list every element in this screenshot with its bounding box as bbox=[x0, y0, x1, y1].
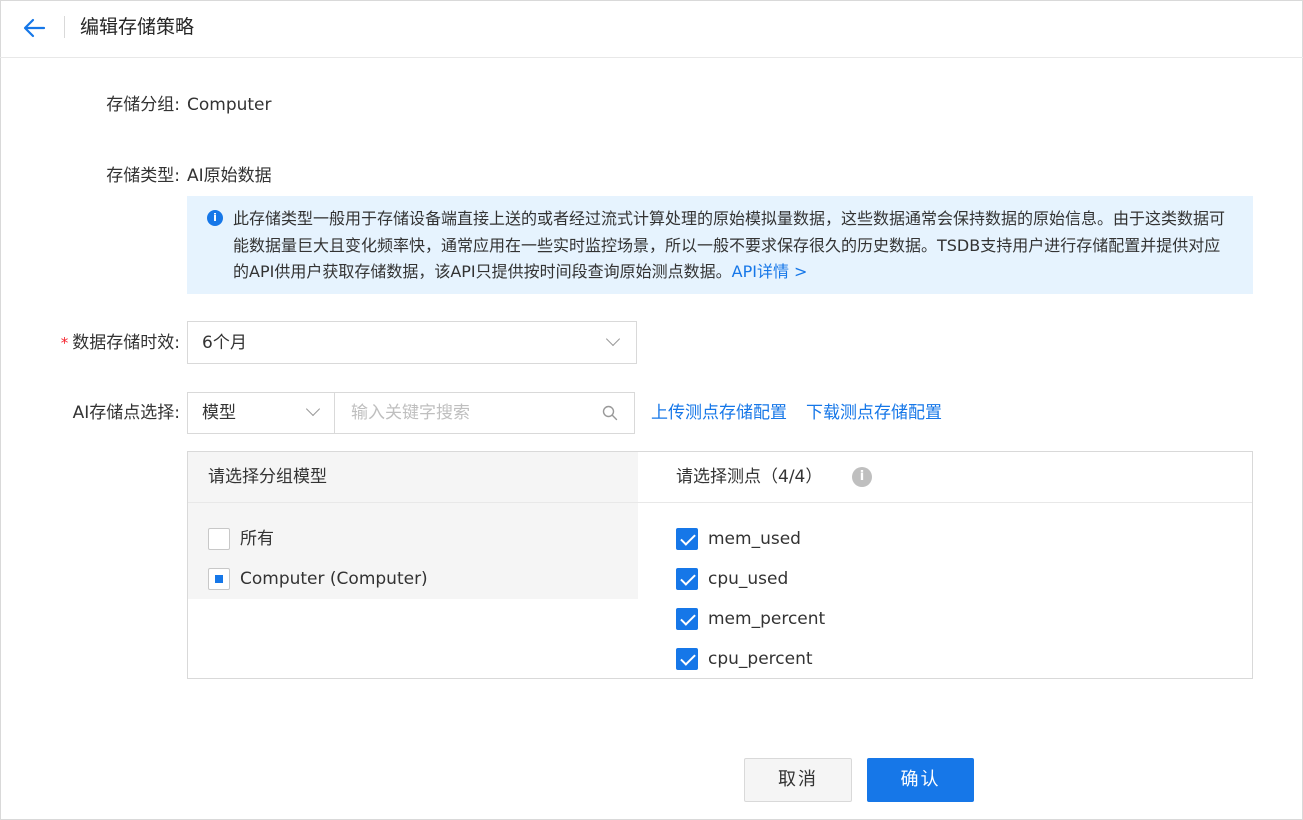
checkbox[interactable] bbox=[676, 568, 698, 590]
upload-config-link[interactable]: 上传测点存储配置 bbox=[651, 401, 787, 425]
group-item-computer[interactable]: Computer (Computer) bbox=[208, 568, 508, 592]
points-label: AI存储点选择: bbox=[72, 403, 180, 423]
group-model-title: 请选择分组模型 bbox=[208, 467, 327, 487]
type-label: 存储类型: bbox=[106, 166, 180, 186]
chevron-down-icon bbox=[305, 401, 321, 417]
type-value: AI原始数据 bbox=[187, 166, 272, 186]
points-title: 请选择测点（4/4） bbox=[676, 467, 823, 487]
point-item-cpu-percent[interactable]: cpu_percent bbox=[676, 648, 976, 672]
left-header-divider bbox=[188, 502, 638, 503]
info-icon: i bbox=[207, 210, 223, 226]
info-alert: i 此存储类型一般用于存储设备端直接上送的或者经过流式计算处理的原始模拟量数据，… bbox=[187, 196, 1253, 294]
retention-label: 数据存储时效: bbox=[72, 333, 180, 353]
transfer-panel: 请选择分组模型 请选择测点（4/4） i 所有 Computer (Comput… bbox=[187, 451, 1253, 679]
search-icon[interactable] bbox=[602, 405, 618, 421]
group-item-label: 所有 bbox=[240, 529, 274, 549]
retention-select[interactable]: 6个月 bbox=[187, 321, 637, 364]
group-item-all[interactable]: 所有 bbox=[208, 528, 508, 552]
checkbox[interactable] bbox=[676, 608, 698, 630]
filter-type-select[interactable]: 模型 bbox=[187, 392, 335, 434]
point-item-cpu-used[interactable]: cpu_used bbox=[676, 568, 976, 592]
point-item-label: mem_used bbox=[708, 529, 801, 549]
info-text: 此存储类型一般用于存储设备端直接上送的或者经过流式计算处理的原始模拟量数据，这些… bbox=[233, 206, 1235, 286]
page-title: 编辑存储策略 bbox=[80, 16, 195, 38]
cancel-button[interactable]: 取消 bbox=[744, 758, 852, 802]
point-item-mem-percent[interactable]: mem_percent bbox=[676, 608, 976, 632]
checkbox[interactable] bbox=[676, 528, 698, 550]
retention-label-row: * 数据存储时效: bbox=[0, 331, 180, 355]
search-input[interactable] bbox=[335, 393, 595, 433]
chevron-down-icon bbox=[605, 331, 621, 347]
group-value: Computer bbox=[187, 95, 272, 115]
required-mark: * bbox=[60, 334, 69, 352]
group-label: 存储分组: bbox=[106, 95, 180, 115]
download-config-link[interactable]: 下载测点存储配置 bbox=[806, 401, 942, 425]
checkbox[interactable] bbox=[208, 528, 230, 550]
header-divider bbox=[64, 16, 65, 38]
point-item-mem-used[interactable]: mem_used bbox=[676, 528, 976, 552]
filter-selected-value: 模型 bbox=[202, 403, 236, 423]
confirm-button[interactable]: 确认 bbox=[867, 758, 974, 802]
search-box bbox=[335, 392, 635, 434]
right-header-divider bbox=[638, 502, 1252, 503]
page-header: 编辑存储策略 bbox=[0, 0, 1303, 58]
help-icon[interactable]: i bbox=[852, 467, 872, 487]
info-description: 此存储类型一般用于存储设备端直接上送的或者经过流式计算处理的原始模拟量数据，这些… bbox=[233, 209, 1226, 281]
retention-selected-value: 6个月 bbox=[202, 333, 247, 353]
point-item-label: mem_percent bbox=[708, 609, 826, 629]
checkbox[interactable] bbox=[208, 568, 230, 590]
group-item-label: Computer (Computer) bbox=[240, 569, 428, 589]
checkbox[interactable] bbox=[676, 648, 698, 670]
api-detail-link[interactable]: API详情 > bbox=[732, 262, 808, 281]
point-item-label: cpu_percent bbox=[708, 649, 813, 669]
point-item-label: cpu_used bbox=[708, 569, 789, 589]
back-arrow-icon[interactable] bbox=[20, 12, 52, 44]
